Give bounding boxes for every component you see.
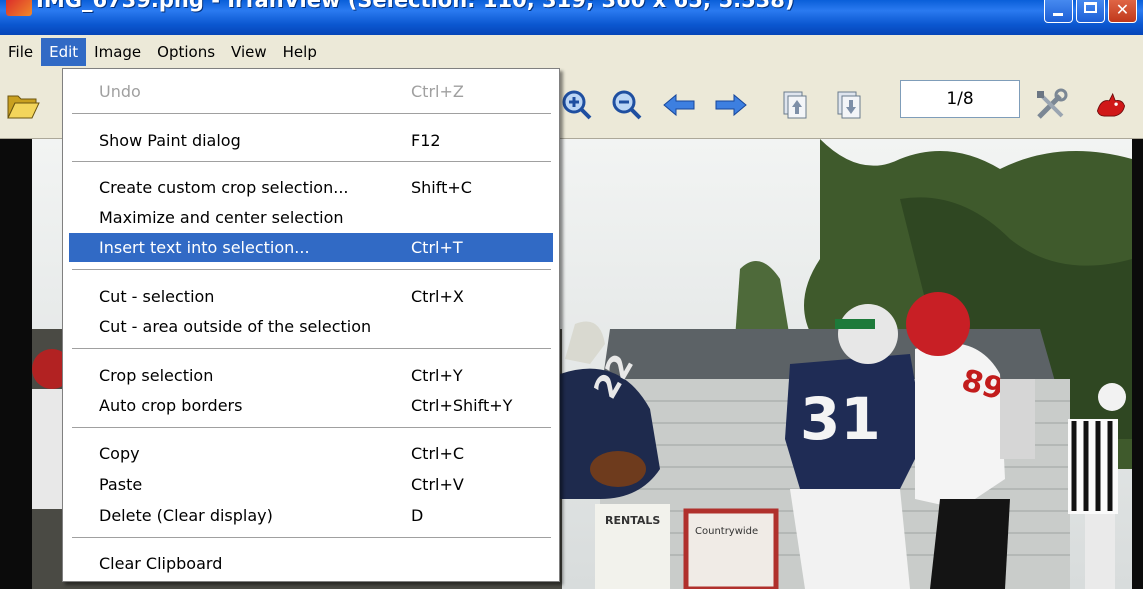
menu-item-shortcut: Ctrl+Shift+Y (411, 396, 513, 415)
menu-options[interactable]: Options (149, 38, 223, 66)
menu-item-cut-area-outside-selection[interactable]: Cut - area outside of the selection (69, 312, 553, 341)
menu-item-label: Undo (99, 82, 141, 101)
menu-item-shortcut: D (411, 506, 424, 525)
menu-item-shortcut: F12 (411, 131, 441, 150)
menu-item-auto-crop-borders[interactable]: Auto crop borders Ctrl+Shift+Y (69, 391, 553, 420)
menu-item-label: Auto crop borders (99, 396, 243, 415)
maximize-button[interactable] (1076, 0, 1105, 23)
menu-item-label: Insert text into selection... (99, 238, 310, 257)
menu-separator (72, 537, 551, 539)
menu-item-shortcut: Shift+C (411, 178, 472, 197)
menu-view[interactable]: View (223, 38, 275, 66)
menu-item-label: Copy (99, 444, 140, 463)
menu-item-show-paint-dialog[interactable]: Show Paint dialog F12 (69, 126, 553, 155)
edit-menu-dropdown: Undo Ctrl+Z Show Paint dialog F12 Create… (62, 68, 560, 582)
maximize-icon (1084, 2, 1097, 13)
sign-countrywide: Countrywide (695, 526, 758, 537)
menu-item-shortcut: Ctrl+C (411, 444, 465, 463)
minimize-button[interactable] (1044, 0, 1073, 23)
menu-separator (72, 113, 551, 115)
menu-item-label: Cut - area outside of the selection (99, 317, 372, 336)
menu-item-crop-selection[interactable]: Crop selection Ctrl+Y (69, 361, 553, 390)
menu-item-cut-selection[interactable]: Cut - selection Ctrl+X (69, 282, 553, 311)
title-bar: IMG_6739.png - IrfanView (Selection: 110… (0, 0, 1143, 35)
window-controls: ✕ (1044, 0, 1137, 23)
menu-item-label: Show Paint dialog (99, 131, 241, 150)
last-page-icon[interactable] (832, 88, 866, 122)
menu-item-create-custom-crop-selection[interactable]: Create custom crop selection... Shift+C (69, 173, 553, 202)
first-page-icon[interactable] (778, 88, 812, 122)
menu-item-shortcut: Ctrl+T (411, 238, 463, 257)
menu-item-label: Delete (Clear display) (99, 506, 273, 525)
open-folder-icon[interactable] (6, 88, 40, 122)
zoom-out-icon[interactable] (610, 88, 644, 122)
irfanview-cat-icon[interactable] (1094, 88, 1128, 122)
menu-item-shortcut: Ctrl+Y (411, 366, 463, 385)
close-button[interactable]: ✕ (1108, 0, 1137, 23)
menu-edit[interactable]: Edit (41, 37, 87, 66)
app-icon (6, 0, 32, 16)
menu-item-shortcut: Ctrl+X (411, 287, 464, 306)
menu-item-insert-text-into-selection[interactable]: Insert text into selection... Ctrl+T (69, 233, 553, 262)
menu-item-label: Crop selection (99, 366, 214, 385)
menu-item-label: Cut - selection (99, 287, 215, 306)
menu-item-copy[interactable]: Copy Ctrl+C (69, 439, 553, 468)
menu-file[interactable]: File (0, 38, 41, 66)
menu-item-clear-clipboard[interactable]: Clear Clipboard (69, 549, 553, 578)
previous-arrow-icon[interactable] (662, 88, 696, 122)
minimize-icon (1053, 13, 1063, 16)
jersey-number-31: 31 (800, 385, 881, 453)
menu-item-paste[interactable]: Paste Ctrl+V (69, 470, 553, 499)
page-indicator: 1/8 (900, 80, 1020, 118)
next-arrow-icon[interactable] (714, 88, 748, 122)
menu-item-undo[interactable]: Undo Ctrl+Z (69, 77, 553, 106)
menu-item-label: Maximize and center selection (99, 208, 344, 227)
menu-separator (72, 161, 551, 163)
menu-item-delete-clear-display[interactable]: Delete (Clear display) D (69, 501, 553, 530)
menu-separator (72, 427, 551, 429)
menu-help[interactable]: Help (275, 38, 325, 66)
zoom-in-icon[interactable] (560, 88, 594, 122)
close-icon: ✕ (1115, 0, 1130, 19)
menu-separator (72, 348, 551, 350)
settings-tools-icon[interactable] (1034, 88, 1068, 122)
menu-item-shortcut: Ctrl+Z (411, 82, 464, 101)
menu-item-label: Paste (99, 475, 143, 494)
menu-image[interactable]: Image (86, 38, 149, 66)
menu-separator (72, 269, 551, 271)
menu-item-label: Create custom crop selection... (99, 178, 349, 197)
window-title: IMG_6739.png - IrfanView (Selection: 110… (36, 0, 795, 12)
sign-rentals: RENTALS (605, 514, 660, 527)
menu-item-maximize-and-center-selection[interactable]: Maximize and center selection (69, 203, 553, 232)
menu-item-shortcut: Ctrl+V (411, 475, 464, 494)
menu-item-label: Clear Clipboard (99, 554, 223, 573)
menu-bar: File Edit Image Options View Help (0, 35, 1143, 68)
